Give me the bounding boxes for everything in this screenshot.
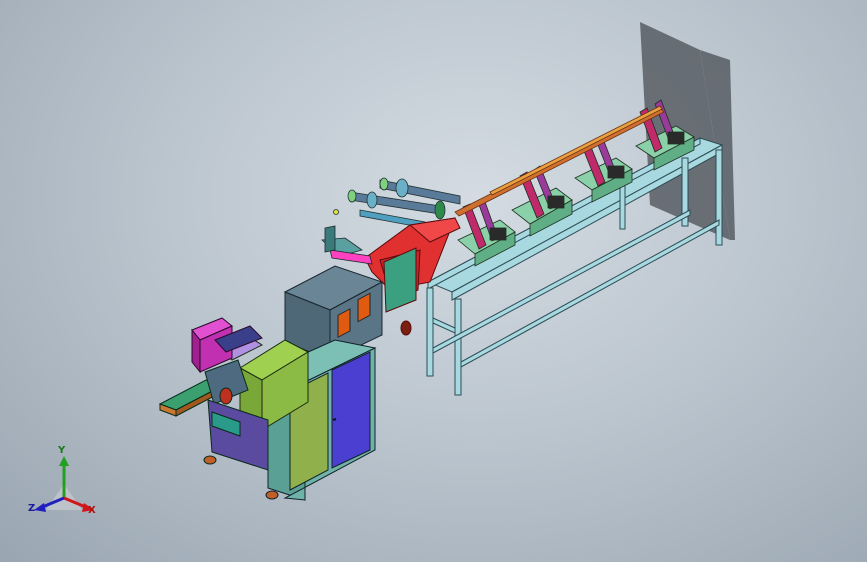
cad-viewport[interactable]: Y Z X <box>0 0 867 562</box>
triad-y-label: Y <box>58 445 66 456</box>
conveyor-frame[interactable] <box>426 137 724 396</box>
triad-x-label: X <box>88 505 96 516</box>
coordinate-triad: Y Z X <box>24 446 104 526</box>
film-arm[interactable] <box>321 209 373 265</box>
cabinet-door-right <box>331 351 371 469</box>
triad-z-label: Z <box>28 503 36 514</box>
packaging-machine-model[interactable] <box>0 0 867 562</box>
